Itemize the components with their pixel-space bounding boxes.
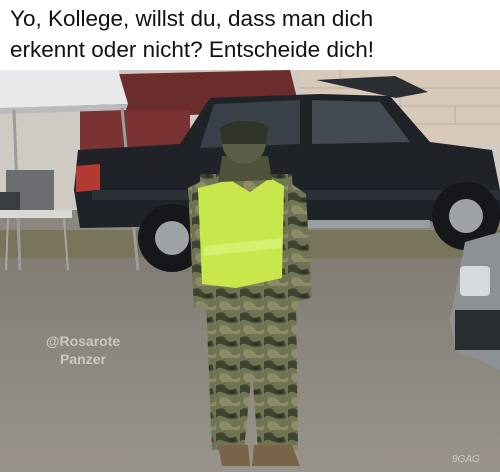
- corner-watermark: 9GAG: [452, 454, 480, 465]
- caption-line-1: Yo, Kollege, willst du, dass man dich: [10, 6, 374, 31]
- meme-image: Yo, Kollege, willst du, dass man dich er…: [0, 0, 500, 472]
- watermark: @Rosarote Panzer: [28, 332, 138, 368]
- caption-line-2: erkennt oder nicht? Entscheide dich!: [10, 37, 374, 62]
- photo-scene: [0, 70, 500, 472]
- photo: @Rosarote Panzer 9GAG: [0, 70, 500, 472]
- safety-vest: [198, 178, 284, 288]
- watermark-line-1: @Rosarote: [45, 333, 121, 349]
- caption-area: Yo, Kollege, willst du, dass man dich er…: [0, 0, 500, 70]
- watermark-line-2: Panzer: [60, 351, 106, 367]
